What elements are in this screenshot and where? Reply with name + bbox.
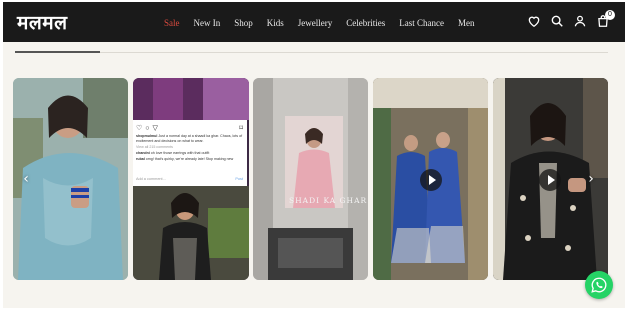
cart[interactable]: 0 xyxy=(596,10,615,28)
comment-2-user[interactable]: rubal xyxy=(136,157,145,161)
caption-username[interactable]: shopmulmul xyxy=(136,134,157,138)
nav-kids[interactable]: Kids xyxy=(267,18,284,28)
instagram-post-panel: ♡○▽ ⌑ shopmulmul Just a normal day at a … xyxy=(133,120,247,186)
brand-logo[interactable]: मलमल xyxy=(17,9,68,35)
carousel-prev-arrow[interactable]: ‹ xyxy=(20,168,32,190)
post-action-icons: ♡○▽ xyxy=(136,124,161,132)
nav-last-chance[interactable]: Last Chance xyxy=(399,18,444,28)
main-content: ♡○▽ ⌑ shopmulmul Just a normal day at a … xyxy=(3,42,625,308)
add-comment-input[interactable]: Add a comment... xyxy=(136,177,166,181)
play-icon[interactable] xyxy=(539,169,561,191)
nav-sale[interactable]: Sale xyxy=(164,18,180,28)
search-icon[interactable] xyxy=(550,14,564,28)
share-icon[interactable]: ▽ xyxy=(153,125,161,132)
section-divider-active xyxy=(15,51,100,53)
post-comment-button[interactable]: Post xyxy=(235,177,243,181)
gallery-image-3 xyxy=(253,78,368,280)
nav-celebrities[interactable]: Celebrities xyxy=(346,18,385,28)
comment-1-text: oh love those earrings with that outfit xyxy=(150,151,210,155)
shadi-ka-ghar-overlay: SHADI KA GHAR xyxy=(289,196,368,205)
gallery-card-4[interactable] xyxy=(373,78,488,280)
user-icon[interactable] xyxy=(573,14,587,28)
view-comments-link[interactable]: View all 215 comments xyxy=(136,145,244,150)
play-icon[interactable] xyxy=(420,169,442,191)
gallery-card-3[interactable]: SHADI KA GHAR xyxy=(253,78,368,280)
comment-2-text: omg! that's quirky, we're already late! … xyxy=(145,157,234,161)
nav-new-in[interactable]: New In xyxy=(194,18,221,28)
bookmark-icon[interactable]: ⌑ xyxy=(239,124,243,132)
post-caption-area: shopmulmul Just a normal day at a shaadi… xyxy=(136,134,244,163)
main-nav: Sale New In Shop Kids Jewellery Celebrit… xyxy=(164,18,475,28)
section-divider xyxy=(15,52,608,53)
nav-jewellery[interactable]: Jewellery xyxy=(298,18,332,28)
comment-icon[interactable]: ○ xyxy=(145,125,152,132)
heart-icon[interactable] xyxy=(527,14,541,28)
header-actions: 0 xyxy=(527,10,615,28)
like-icon[interactable]: ♡ xyxy=(136,125,145,132)
cart-count-badge: 0 xyxy=(605,10,615,20)
nav-shop[interactable]: Shop xyxy=(234,18,253,28)
gallery-card-2[interactable]: ♡○▽ ⌑ shopmulmul Just a normal day at a … xyxy=(133,78,249,280)
carousel-next-arrow[interactable]: › xyxy=(585,168,597,190)
whatsapp-chat-button[interactable] xyxy=(585,271,613,299)
site-header: मलमल Sale New In Shop Kids Jewellery Cel… xyxy=(3,2,625,42)
comment-1-user[interactable]: chandni xyxy=(136,151,150,155)
whatsapp-icon xyxy=(591,277,607,293)
nav-men[interactable]: Men xyxy=(458,18,475,28)
